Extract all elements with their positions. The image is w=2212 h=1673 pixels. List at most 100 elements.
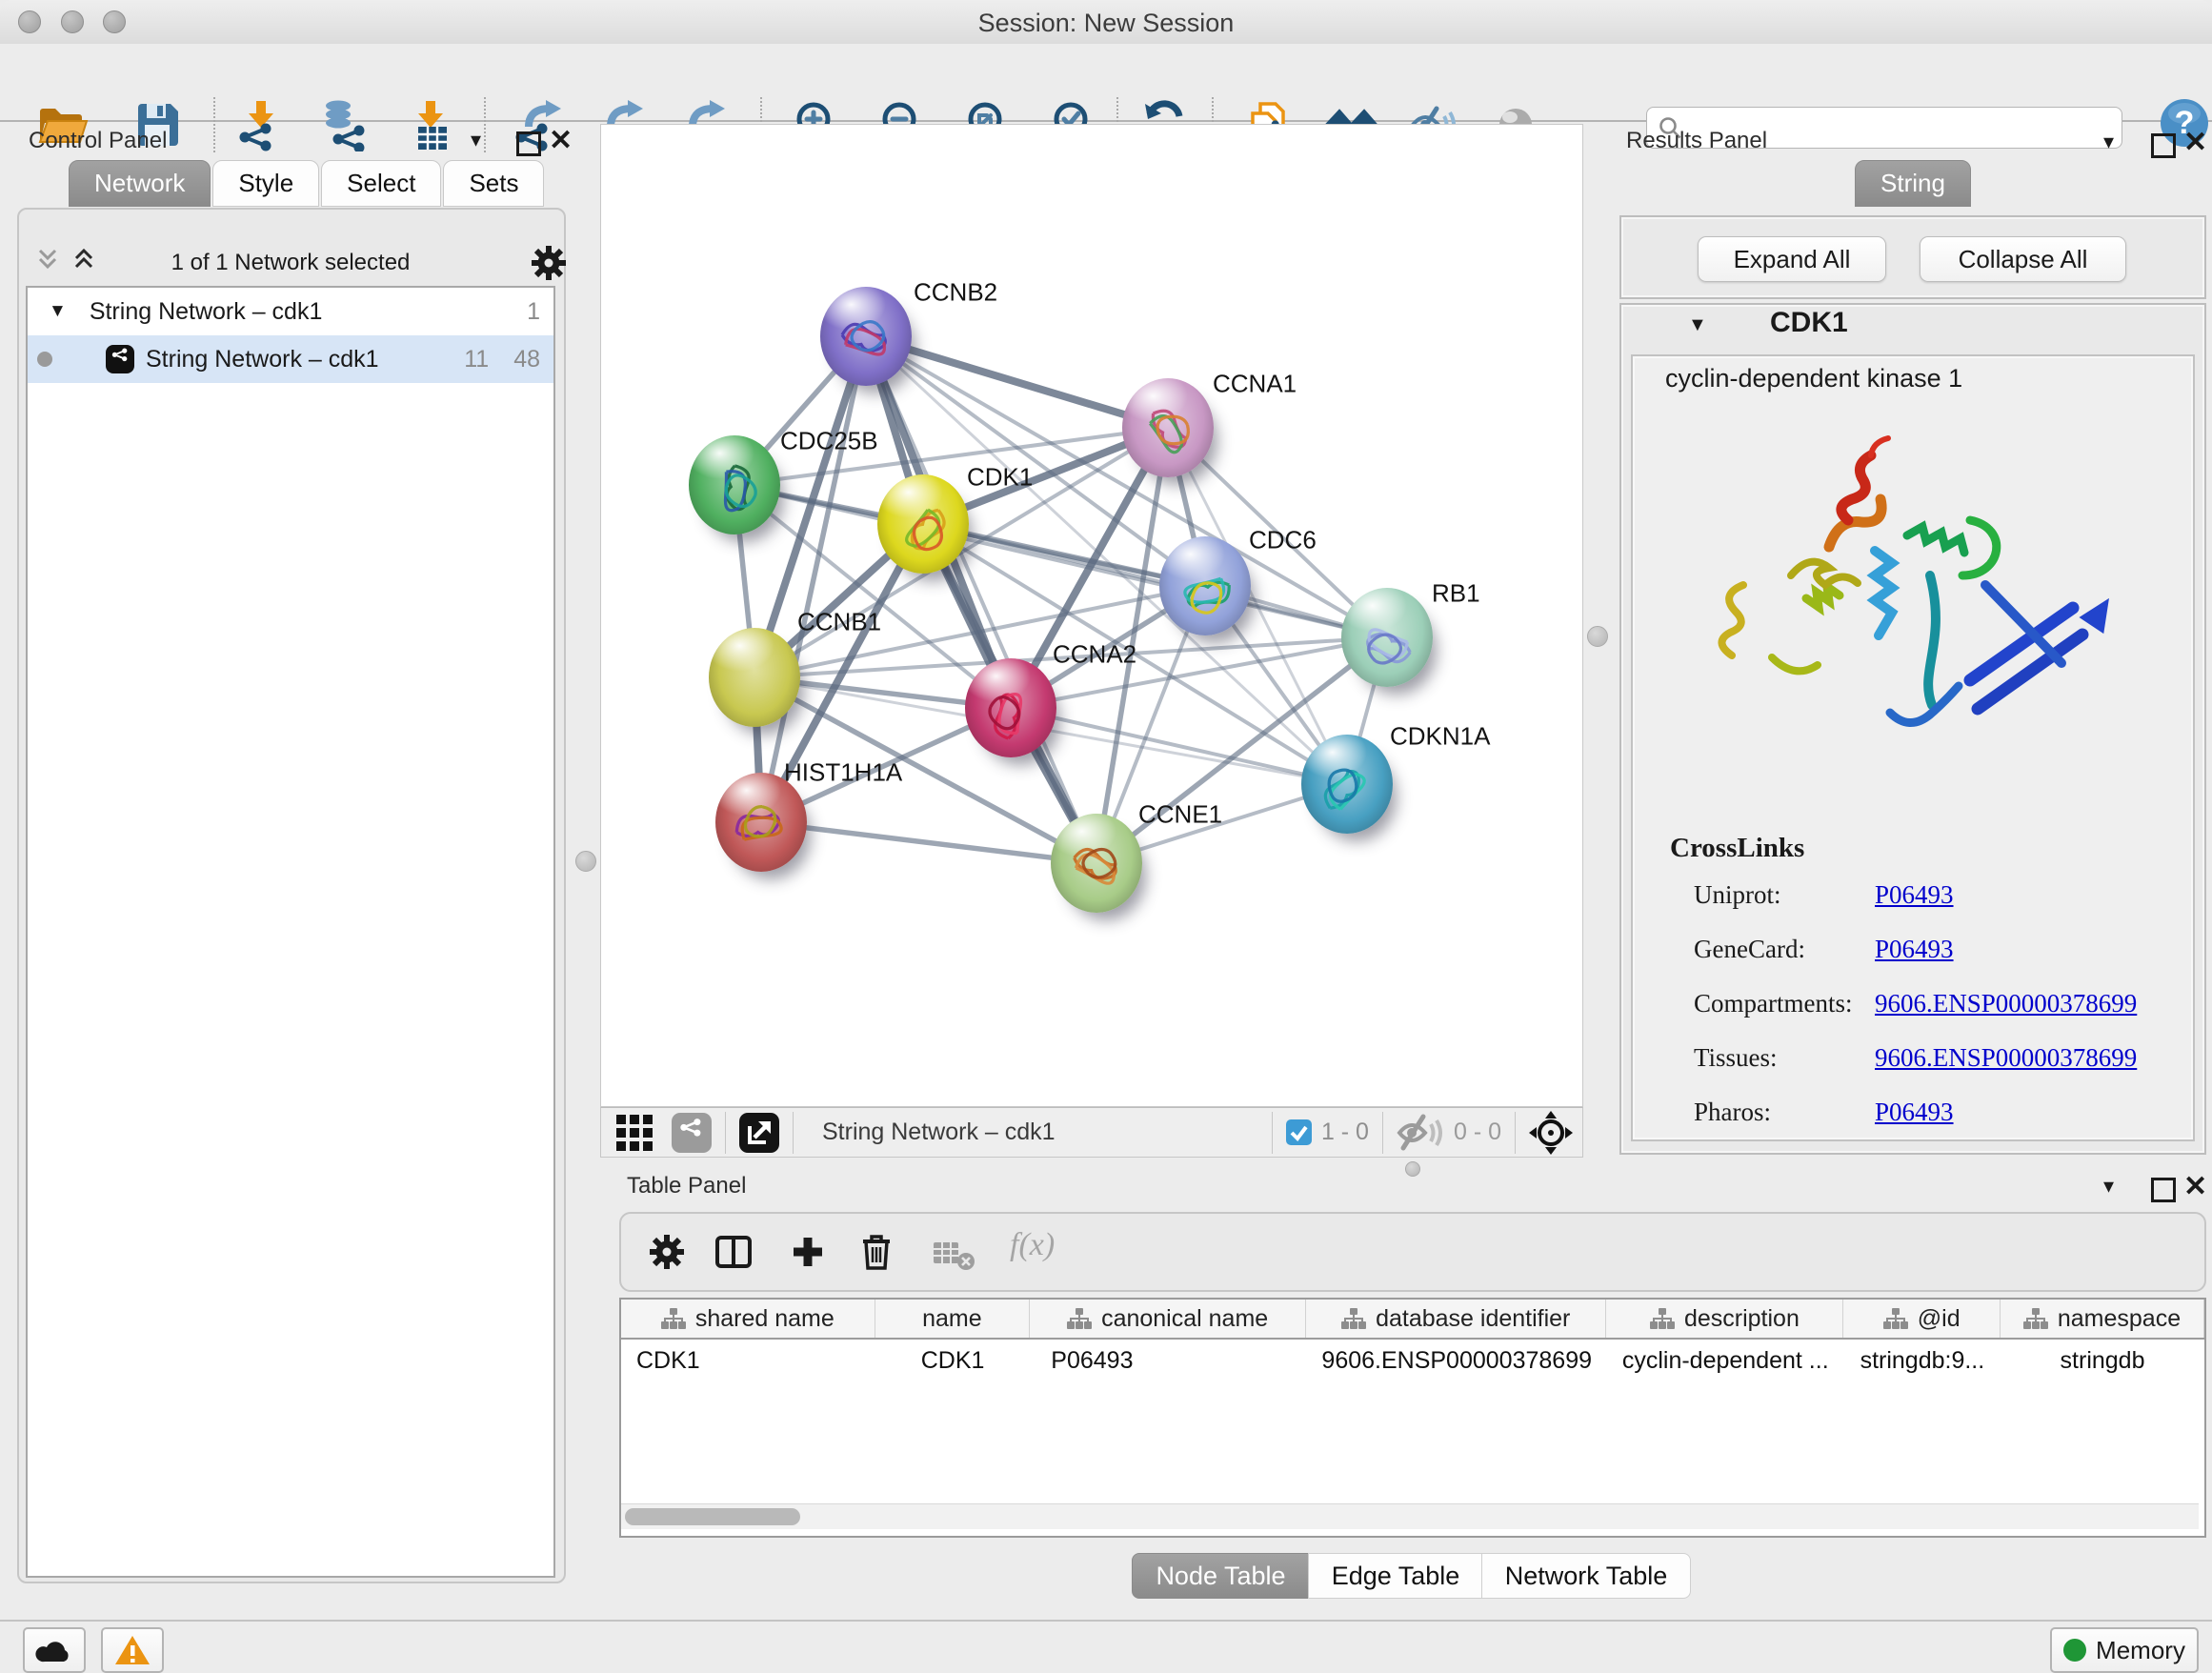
results-panel-close-icon[interactable]: ✕ [2183,126,2207,159]
column-header-database-identifier[interactable]: database identifier [1306,1300,1606,1338]
results-panel-menu-icon[interactable]: ▾ [2103,130,2114,154]
crosslink-value[interactable]: 9606.ENSP00000378699 [1875,1043,2137,1073]
function-builder-icon[interactable]: f(x) [1010,1227,1055,1263]
gear-icon[interactable] [648,1233,686,1276]
network-edge[interactable] [761,822,1096,863]
network-node-cdk1[interactable] [877,474,969,574]
memory-button[interactable]: Memory [2050,1627,2199,1673]
column-label: namespace [2058,1305,2181,1333]
network-node-ccne1[interactable] [1051,814,1142,913]
table-row[interactable]: CDK1CDK1P064939606.ENSP00000378699cyclin… [621,1340,2204,1381]
table-cell[interactable]: stringdb [2001,1347,2204,1375]
cloud-icon [35,1637,73,1663]
crosslink-value[interactable]: P06493 [1875,880,1954,910]
control-panel-close-icon[interactable]: ✕ [549,124,573,157]
table-panel-float-icon[interactable] [2151,1178,2176,1202]
crosslink-value[interactable]: P06493 [1875,1098,1954,1127]
table-panel-close-icon[interactable]: ✕ [2183,1170,2207,1203]
table-cell[interactable]: P06493 [1030,1347,1306,1375]
network-edge[interactable] [1011,708,1347,784]
status-bar: Memory [0,1620,2212,1673]
warning-button[interactable] [101,1627,164,1673]
tab-node-table[interactable]: Node Table [1132,1553,1310,1599]
tab-style[interactable]: Style [212,160,319,207]
control-panel-float-icon[interactable] [516,131,541,156]
table-header-row: shared namenamecanonical name database id… [621,1300,2204,1340]
tab-network-table[interactable]: Network Table [1481,1553,1691,1599]
table-cell[interactable]: cyclin-dependent ... [1607,1347,1844,1375]
crosslink-value[interactable]: P06493 [1875,935,1954,964]
network-node-hist1h1a[interactable] [715,773,807,872]
crosslink-value[interactable]: 9606.ENSP00000378699 [1875,989,2137,1018]
birdseye-icon[interactable] [1529,1111,1573,1155]
tab-select[interactable]: Select [321,160,441,207]
network-selection-status: 1 of 1 Network selected [133,250,448,276]
network-tree: ▼ String Network – cdk1 1 String Network… [26,286,555,1578]
protein-expander-icon[interactable]: ▼ [1688,314,1707,336]
table-panel-menu-icon[interactable]: ▾ [2103,1174,2114,1199]
protein-name: CDK1 [1770,307,1848,339]
column-header-shared-name[interactable]: shared name [621,1300,875,1338]
network-node-ccna1[interactable] [1122,378,1214,477]
expand-all-icon[interactable] [70,246,97,277]
network-node-cdc25b[interactable] [689,435,780,534]
grid-icon[interactable] [616,1115,653,1151]
column-header-description[interactable]: description [1606,1300,1843,1338]
table-toolbar: f(x) [619,1212,2206,1292]
left-splitter-handle[interactable] [575,851,596,872]
cloud-button[interactable] [23,1627,86,1673]
import-table-icon[interactable] [404,97,459,152]
selected-checkbox-icon[interactable] [1286,1119,1312,1145]
table-horizontal-scrollbar[interactable] [621,1503,2199,1529]
tab-edge-table[interactable]: Edge Table [1308,1553,1483,1599]
table-cell[interactable]: CDK1 [621,1347,875,1375]
right-splitter-handle[interactable] [1587,626,1608,647]
network-node-ccna2[interactable] [965,658,1056,757]
hierarchy-icon [1883,1308,1908,1329]
network-collection-row[interactable]: ▼ String Network – cdk1 1 [28,288,553,335]
network-view-toolbar: String Network – cdk1 1 - 0 0 - 0 [600,1107,1583,1158]
import-database-icon[interactable] [316,97,372,152]
tab-network[interactable]: Network [69,160,211,207]
column-header--id[interactable]: @id [1843,1300,2000,1338]
control-panel-menu-icon[interactable]: ▾ [471,128,481,152]
tab-sets[interactable]: Sets [443,160,544,207]
protein-description: cyclin-dependent kinase 1 [1665,364,1962,393]
split-panel-icon[interactable] [714,1235,753,1274]
delete-table-icon[interactable] [932,1237,975,1276]
collapse-all-button[interactable]: Collapse All [1920,236,2126,282]
node-label-cdc6: CDC6 [1249,526,1317,555]
import-network-icon[interactable] [234,97,290,152]
hidden-eye-icon[interactable] [1397,1114,1444,1152]
results-panel-float-icon[interactable] [2151,133,2176,158]
column-header-name[interactable]: name [875,1300,1031,1338]
table-cell[interactable]: 9606.ENSP00000378699 [1307,1347,1607,1375]
network-node-ccnb1[interactable] [709,628,800,727]
node-label-ccna2: CCNA2 [1053,640,1136,670]
expand-all-button[interactable]: Expand All [1698,236,1886,282]
node-label-cdk1: CDK1 [967,463,1033,493]
horizontal-splitter-handle[interactable] [1405,1161,1420,1177]
scrollbar-thumb[interactable] [625,1508,800,1525]
delete-column-icon[interactable] [859,1233,894,1276]
expander-icon[interactable]: ▼ [49,301,67,322]
network-node-ccnb2[interactable] [820,287,912,386]
network-canvas[interactable]: CCNB2CCNA1CDC25BCDK1CDC6RB1CCNB1CCNA2CDK… [600,124,1583,1107]
open-in-window-icon[interactable] [739,1113,779,1153]
table-cell[interactable]: CDK1 [875,1347,1030,1375]
crosslink-label: GeneCard: [1694,935,1805,964]
tab-string[interactable]: String [1855,160,1971,207]
add-column-icon[interactable] [791,1235,825,1274]
collapse-all-icon[interactable] [34,246,61,277]
network-node-rb1[interactable] [1341,588,1433,687]
network-node-cdc6[interactable] [1159,536,1251,635]
share-icon[interactable] [672,1113,712,1153]
column-label: database identifier [1376,1305,1570,1333]
network-row[interactable]: String Network – cdk1 11 48 [28,335,553,383]
gear-icon[interactable] [530,244,568,287]
network-node-cdkn1a[interactable] [1301,735,1393,834]
column-header-canonical-name[interactable]: canonical name [1030,1300,1306,1338]
column-header-namespace[interactable]: namespace [2001,1300,2204,1338]
main-toolbar: ? [0,44,2212,122]
table-cell[interactable]: stringdb:9... [1844,1347,2001,1375]
